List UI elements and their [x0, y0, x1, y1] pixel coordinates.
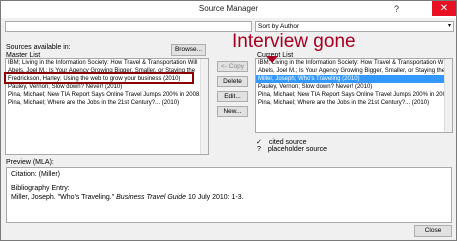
annotation-arrow — [266, 56, 278, 63]
arrow-head-icon — [266, 56, 278, 63]
